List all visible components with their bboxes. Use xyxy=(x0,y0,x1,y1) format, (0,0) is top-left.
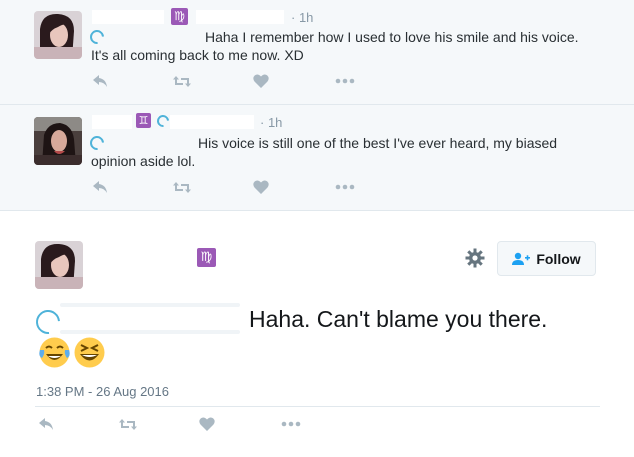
retweet-icon xyxy=(119,418,137,430)
heart-icon xyxy=(199,417,215,431)
tweet-text: Haha I remember how I used to love his s… xyxy=(91,29,579,63)
virgo-icon: ♍ xyxy=(171,8,188,25)
more-icon xyxy=(335,184,355,190)
handle-mention-icon xyxy=(154,112,172,130)
reply-tweet-1[interactable]: ♍ · 1h Haha I remember how I used to lov… xyxy=(0,0,634,105)
reply-button[interactable] xyxy=(37,417,55,431)
like-button[interactable] xyxy=(199,417,215,431)
retweet-icon xyxy=(173,181,191,193)
like-button[interactable] xyxy=(253,180,269,194)
more-icon xyxy=(335,78,355,84)
tweet-text: Haha. Can't blame you there. xyxy=(249,306,548,332)
retweet-button[interactable] xyxy=(172,181,192,194)
more-icon xyxy=(281,421,301,427)
more-button[interactable] xyxy=(334,184,356,190)
time-value: 1h xyxy=(298,10,314,25)
face-with-tears-of-joy-icon xyxy=(39,337,70,368)
tweet-actions xyxy=(91,74,356,88)
tweet-text: His voice is still one of the best I've … xyxy=(91,135,558,169)
heart-icon xyxy=(253,180,269,194)
blurred-handle xyxy=(60,303,240,307)
handle-mention-icon xyxy=(31,305,65,339)
virgo-icon: ♍ xyxy=(197,248,216,267)
avatar[interactable] xyxy=(35,241,83,289)
like-button[interactable] xyxy=(253,74,269,88)
divider xyxy=(35,406,600,407)
username[interactable] xyxy=(196,10,284,24)
gear-icon[interactable] xyxy=(465,248,485,268)
display-name[interactable] xyxy=(92,10,164,24)
tweet-actions xyxy=(37,417,302,431)
more-button[interactable] xyxy=(280,421,302,427)
more-button[interactable] xyxy=(334,78,356,84)
avatar[interactable] xyxy=(34,11,82,59)
follow-button[interactable]: Follow xyxy=(497,241,596,276)
follow-label: Follow xyxy=(536,250,581,267)
reply-tweet-2[interactable]: ♊ · 1h His voice is still one of the bes… xyxy=(0,105,634,211)
reply-button[interactable] xyxy=(91,180,109,194)
retweet-icon xyxy=(173,75,191,87)
time-value: 1h xyxy=(267,115,283,130)
display-name[interactable] xyxy=(92,115,132,129)
reply-icon xyxy=(93,181,107,193)
reply-icon xyxy=(93,75,107,87)
blurred-handle xyxy=(60,330,240,334)
reply-icon xyxy=(39,418,53,430)
tweet-time[interactable]: · 1h xyxy=(291,10,313,25)
retweet-button[interactable] xyxy=(172,75,192,88)
username[interactable] xyxy=(170,115,254,129)
tweet-timestamp[interactable]: 1:38 PM - 26 Aug 2016 xyxy=(36,384,169,399)
tweet-actions xyxy=(91,180,356,194)
retweet-button[interactable] xyxy=(118,418,138,431)
add-user-icon xyxy=(512,252,531,265)
grinning-squinting-face-icon xyxy=(74,337,105,368)
avatar[interactable] xyxy=(34,117,82,165)
heart-icon xyxy=(253,74,269,88)
tweet-time[interactable]: · 1h xyxy=(260,115,282,130)
reply-button[interactable] xyxy=(91,74,109,88)
gemini-icon: ♊ xyxy=(136,113,151,128)
